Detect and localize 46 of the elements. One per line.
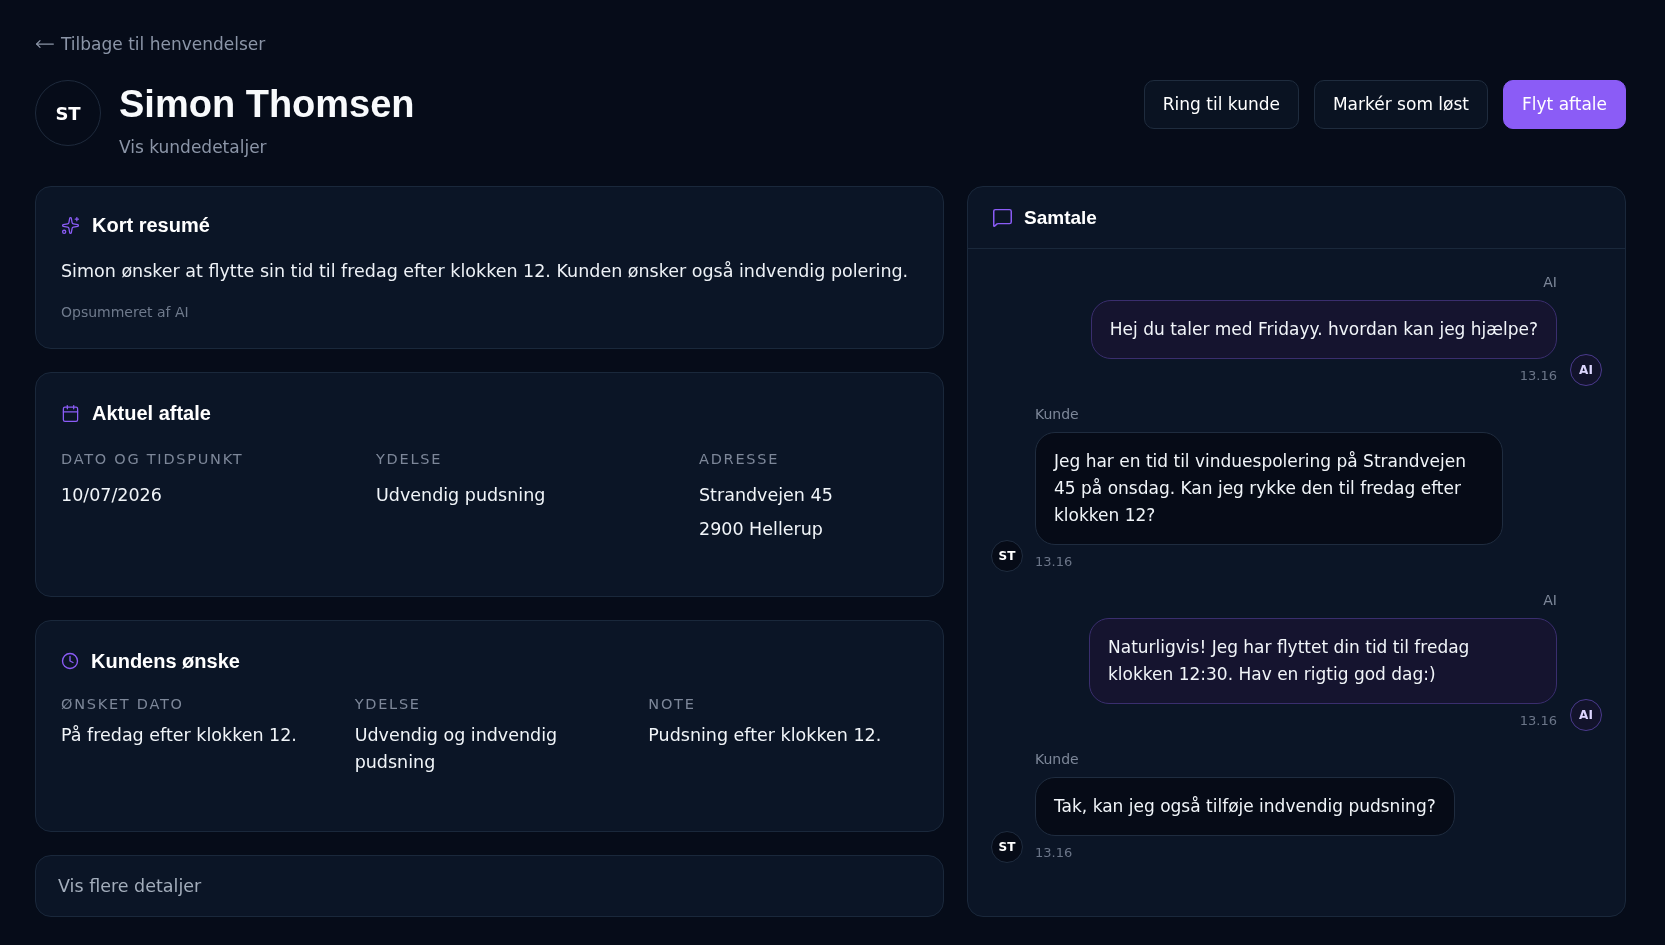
action-button[interactable]: Markér som løst (1313, 80, 1488, 129)
field-value: Strandvejen 45 (699, 484, 833, 507)
customer-avatar: ST (991, 540, 1023, 572)
field-label: ADRESSE (699, 450, 780, 469)
chat-bubble-icon (992, 207, 1013, 228)
field-label: NOTE (648, 695, 696, 714)
message-bubble: Tak, kan jeg også tilføje indvendig pudsning? (1035, 777, 1455, 836)
message-bubble: Naturligvis! Jeg har flyttet din tid til fredag klokken 12:30. Hav en rigtig god dag:) (1089, 618, 1557, 704)
field-label: YDELSE (354, 695, 421, 714)
summary-footnote: Opsummeret af AI (61, 303, 190, 322)
calendar-icon (61, 403, 80, 423)
sender-label: AI (1543, 273, 1557, 292)
card-title: Kort resumé (92, 213, 210, 237)
more-details-button[interactable]: Vis flere detaljer (35, 855, 944, 917)
clock-icon (61, 652, 79, 670)
summary-text: Simon ønsker at flytte sin tid til fredag efter klokken 12. Kunden ønsker også indvendig polering. (61, 260, 910, 283)
ai-avatar: AI (1570, 699, 1602, 731)
customer-details-link[interactable]: Vis kundedetaljer (119, 135, 267, 159)
field-value: Udvendig og indvendig pudsning (354, 724, 559, 774)
ai-avatar: AI (1570, 354, 1602, 386)
customer-avatar: ST (991, 831, 1023, 863)
card-title: Aktuel aftale (92, 401, 211, 425)
customer-name: Simon Thomsen (119, 83, 415, 125)
card-title: Kundens ønske (91, 649, 240, 673)
sparkles-icon (61, 215, 80, 235)
field-value: 10/07/2026 (61, 484, 162, 507)
field-value: Udvendig pudsning (376, 484, 546, 507)
message-time: 13.16 (1519, 367, 1557, 385)
message-time: 13.16 (1519, 712, 1557, 730)
field-value: På fredag efter klokken 12. (61, 724, 297, 747)
sender-label: Kunde (1035, 750, 1079, 769)
field-label: YDELSE (376, 450, 443, 469)
message-time: 13.16 (1035, 844, 1073, 862)
field-value: 2900 Hellerup (699, 518, 823, 541)
message-bubble: Hej du taler med Fridayy. hvordan kan jeg hjælpe? (1090, 300, 1557, 359)
action-button[interactable]: Ring til kunde (1143, 80, 1299, 129)
message-time: 13.16 (1035, 553, 1073, 571)
field-label: ØNSKET DATO (61, 695, 184, 714)
panel-title: Samtale (1024, 205, 1097, 230)
message-bubble: Jeg har en tid til vinduespolering på Strandvejen 45 på onsdag. Kan jeg rykke den til fredag efter klokken 12? (1035, 432, 1503, 545)
action-button[interactable]: Flyt aftale (1503, 80, 1626, 129)
field-label: DATO OG TIDSPUNKT (61, 450, 244, 469)
field-value: Pudsning efter klokken 12. (648, 724, 882, 747)
sender-label: Kunde (1035, 405, 1079, 424)
sender-label: AI (1543, 591, 1557, 610)
back-link[interactable]: Tilbage til henvendelser (35, 32, 266, 56)
